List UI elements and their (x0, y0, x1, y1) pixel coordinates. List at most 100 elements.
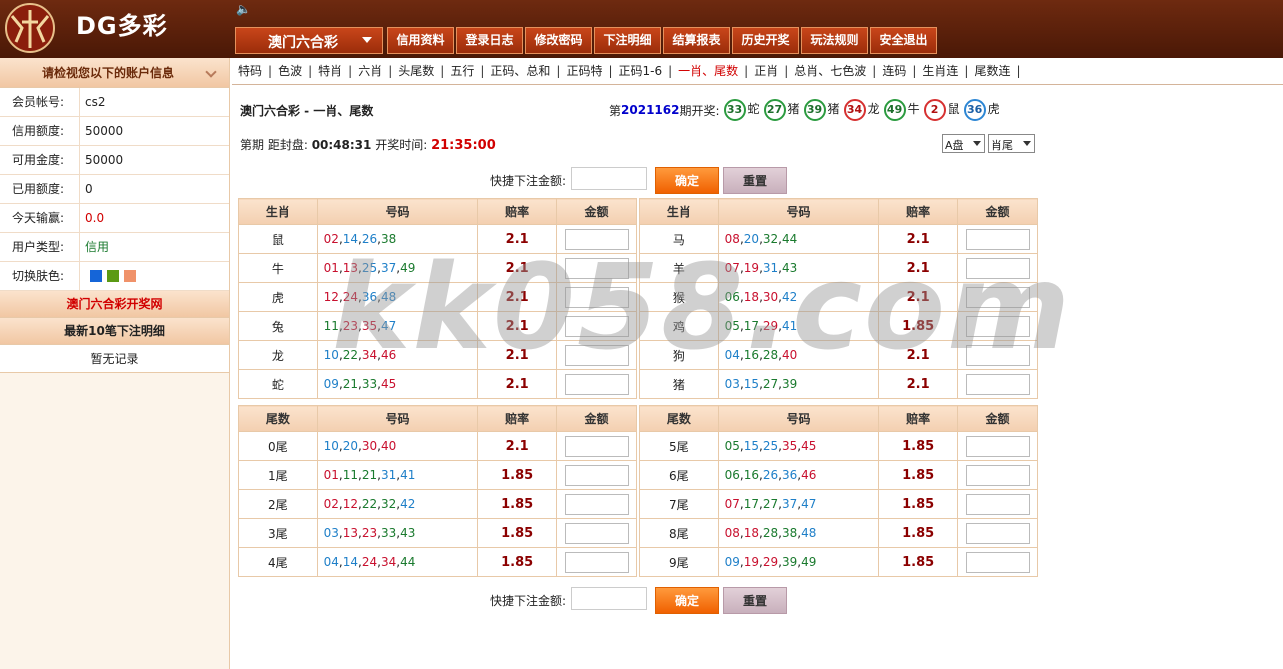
bet-number: 01 (323, 261, 339, 275)
nav-game-rules[interactable]: 玩法规则 (801, 27, 868, 54)
bet-number: 31 (380, 468, 397, 482)
bet-amount-input[interactable] (965, 464, 1030, 486)
subnav-item[interactable]: 正码特 (566, 59, 602, 83)
subnav-item[interactable]: 色波 (278, 59, 302, 83)
bet-odds: 2.1 (477, 431, 558, 461)
bet-amount-input[interactable] (564, 257, 629, 279)
subnav-item[interactable]: 总肖、七色波 (794, 59, 866, 83)
subnav-item[interactable]: 正码、总和 (490, 59, 550, 83)
skin-swatch-blue[interactable] (90, 270, 102, 282)
bet-amount-input[interactable] (965, 315, 1030, 337)
bet-amount-input[interactable] (564, 228, 629, 250)
quick-bet-amount-input[interactable] (571, 587, 647, 610)
bet-amount-input[interactable] (965, 522, 1030, 544)
bet-numbers: 03,13,23,33,43 (316, 518, 479, 548)
bet-amount-input[interactable] (564, 435, 629, 457)
nav-credit-info[interactable]: 信用资料 (387, 27, 454, 54)
bet-odds: 2.1 (477, 282, 558, 312)
draw-prefix: 第 (609, 103, 622, 118)
bet-number: 16 (743, 348, 760, 362)
macau-draw-site-link[interactable]: 澳门六合彩开奖网 (0, 291, 229, 318)
bet-amount-input[interactable] (965, 493, 1030, 515)
bet-name: 兔 (238, 311, 318, 341)
subnav-item[interactable]: 生肖连 (922, 59, 958, 83)
account-info-title-text: 请检视您以下的账户信息 (42, 66, 175, 80)
nav-login-log[interactable]: 登录日志 (456, 27, 523, 54)
skin-swatch-orange[interactable] (124, 270, 136, 282)
bet-amount-input[interactable] (564, 493, 629, 515)
speaker-icon[interactable]: 🔈 (236, 2, 251, 16)
bet-amount-input[interactable] (965, 435, 1030, 457)
bet-odds: 2.1 (477, 369, 558, 399)
subnav-item[interactable]: 尾数连 (974, 59, 1010, 83)
bet-number: 02 (323, 497, 339, 511)
account-info-title[interactable]: 请检视您以下的账户信息 (0, 58, 229, 88)
game-select[interactable]: 澳门六合彩 (235, 27, 383, 54)
subnav-separator: | (608, 64, 613, 78)
subnav-item[interactable]: 五行 (450, 59, 474, 83)
row-value: 信用 (85, 240, 110, 254)
subnav-item[interactable]: 六肖 (358, 59, 382, 83)
confirm-button[interactable]: 确定 (655, 587, 719, 614)
bet-amount-cell (957, 489, 1038, 519)
latest-bets-link[interactable]: 最新10笔下注明细 (0, 318, 229, 345)
bet-amount-input[interactable] (564, 315, 629, 337)
bet-number: 15 (743, 439, 760, 453)
subnav-item[interactable]: 特码 (238, 59, 262, 83)
bet-amount-input[interactable] (564, 522, 629, 544)
table-row: 猪 03,15,27,39 2.1 (639, 369, 1038, 399)
row-value: 50000 (85, 153, 124, 167)
nav-history-draws[interactable]: 历史开奖 (732, 27, 799, 54)
subnav-item[interactable]: 正肖 (754, 59, 778, 83)
bet-amount-input[interactable] (965, 286, 1030, 308)
bet-numbers: 06,16,26,36,46 (717, 460, 880, 490)
bet-amount-input[interactable] (965, 551, 1030, 573)
row-label: 可用金度: (0, 146, 80, 174)
chevron-down-icon (205, 66, 217, 78)
bet-amount-input[interactable] (564, 286, 629, 308)
skin-swatch-green[interactable] (107, 270, 119, 282)
column-header: 赔率 (878, 405, 959, 432)
bet-number: 20 (743, 232, 760, 246)
pan-select[interactable]: A盘 (942, 134, 985, 153)
bet-number: 05 (724, 439, 740, 453)
bet-amount-cell (556, 547, 637, 577)
bet-number: 18 (743, 290, 760, 304)
bet-number: 25 (361, 261, 378, 275)
bet-amount-input[interactable] (965, 373, 1030, 395)
bet-amount-input[interactable] (965, 228, 1030, 250)
bet-amount-input[interactable] (564, 373, 629, 395)
type-select[interactable]: 肖尾 (988, 134, 1035, 153)
bet-amount-input[interactable] (564, 464, 629, 486)
bet-amount-input[interactable] (965, 344, 1030, 366)
table-row: 马 08,20,32,44 2.1 (639, 224, 1038, 254)
column-header: 赔率 (878, 198, 959, 225)
reset-button[interactable]: 重置 (723, 587, 787, 614)
bet-amount-cell (957, 518, 1038, 548)
bet-amount-input[interactable] (965, 257, 1030, 279)
confirm-button[interactable]: 确定 (655, 167, 719, 194)
reset-button[interactable]: 重置 (723, 167, 787, 194)
subnav-item[interactable]: 一肖、尾数 (678, 59, 738, 83)
bet-amount-cell (957, 547, 1038, 577)
nav-change-password[interactable]: 修改密码 (525, 27, 592, 54)
subnav-item[interactable]: 正码1-6 (619, 59, 663, 83)
bet-amount-cell (957, 282, 1038, 312)
bet-number: 26 (361, 232, 378, 246)
bet-number: 15 (743, 377, 760, 391)
bet-number: 36 (361, 290, 378, 304)
bet-amount-input[interactable] (564, 551, 629, 573)
subnav-item[interactable]: 连码 (882, 59, 906, 83)
quick-bet-amount-input[interactable] (571, 167, 647, 190)
subnav-item[interactable]: 头尾数 (398, 59, 434, 83)
nav-logout[interactable]: 安全退出 (870, 27, 937, 54)
bet-number: 36 (781, 468, 798, 482)
subnav-item[interactable]: 特肖 (318, 59, 342, 83)
bet-odds: 1.85 (477, 460, 558, 490)
nav-bet-details[interactable]: 下注明细 (594, 27, 661, 54)
countdown-line: 第期 距封盘: 00:48:31 开奖时间: 21:35:00 (240, 136, 496, 153)
period-label: 第期 距封盘: (240, 138, 308, 152)
bet-amount-input[interactable] (564, 344, 629, 366)
bet-number: 30 (361, 439, 378, 453)
nav-settlement-report[interactable]: 结算报表 (663, 27, 730, 54)
